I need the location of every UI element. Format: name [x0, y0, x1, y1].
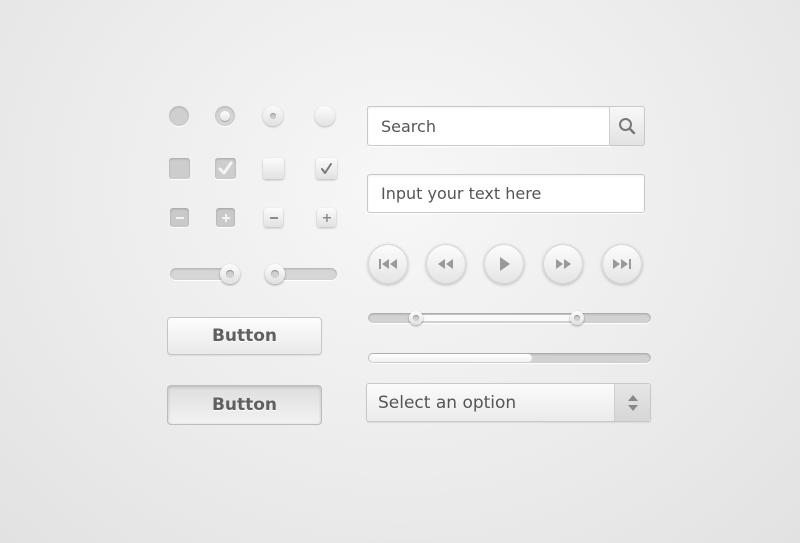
fast-forward-button[interactable] — [543, 244, 583, 284]
play-icon — [500, 257, 510, 271]
progress-bar-fill — [369, 354, 532, 362]
expand-toggle-inset[interactable] — [216, 208, 235, 227]
select-arrows[interactable] — [614, 384, 650, 421]
search-placeholder: Search — [381, 116, 436, 136]
rewind-icon — [438, 259, 453, 269]
skip-back-icon — [379, 259, 397, 269]
skip-back-button[interactable] — [368, 244, 408, 284]
plus-icon — [322, 213, 331, 222]
rewind-button[interactable] — [426, 244, 466, 284]
expand-toggle-raised[interactable] — [317, 208, 336, 227]
button-pressed[interactable]: Button — [167, 385, 322, 425]
progress-bar — [368, 353, 651, 363]
radio-filled[interactable] — [169, 106, 189, 126]
search-input[interactable]: Search — [367, 106, 611, 146]
minus-icon — [175, 216, 184, 219]
text-input-placeholder: Input your text here — [381, 184, 542, 203]
range-slider-fill — [416, 315, 578, 321]
skip-forward-button[interactable] — [602, 244, 642, 284]
text-input[interactable]: Input your text here — [367, 174, 645, 213]
collapse-toggle-raised[interactable] — [264, 208, 283, 227]
search-button[interactable] — [609, 106, 645, 146]
checkbox-checked-inset[interactable] — [215, 158, 236, 179]
checkbox-unchecked-inset[interactable] — [169, 158, 190, 179]
skip-forward-icon — [613, 259, 631, 269]
checkmark-icon — [321, 163, 332, 174]
plus-icon — [221, 213, 230, 222]
checkbox-checked-raised[interactable] — [316, 158, 337, 179]
up-down-arrows-icon — [627, 394, 638, 411]
button-normal[interactable]: Button — [167, 317, 322, 355]
radio-selected[interactable] — [215, 106, 235, 126]
range-slider-low-knob[interactable] — [409, 311, 424, 325]
collapse-toggle-inset[interactable] — [170, 208, 189, 227]
minus-icon — [269, 216, 278, 219]
small-slider-1-knob[interactable] — [219, 264, 240, 284]
radio-unselected[interactable] — [315, 106, 335, 126]
fast-forward-icon — [556, 259, 571, 269]
radio-selected-raised[interactable] — [263, 106, 283, 126]
play-button[interactable] — [484, 244, 524, 284]
search-icon — [619, 118, 636, 135]
select-selected-value: Select an option — [378, 392, 517, 413]
button-normal-label: Button — [211, 326, 278, 346]
checkbox-unchecked-raised[interactable] — [263, 158, 284, 179]
small-slider-2-knob[interactable] — [265, 264, 286, 284]
checkmark-icon — [218, 161, 233, 175]
select-dropdown[interactable]: Select an option — [366, 383, 651, 422]
button-pressed-label: Button — [211, 395, 278, 415]
